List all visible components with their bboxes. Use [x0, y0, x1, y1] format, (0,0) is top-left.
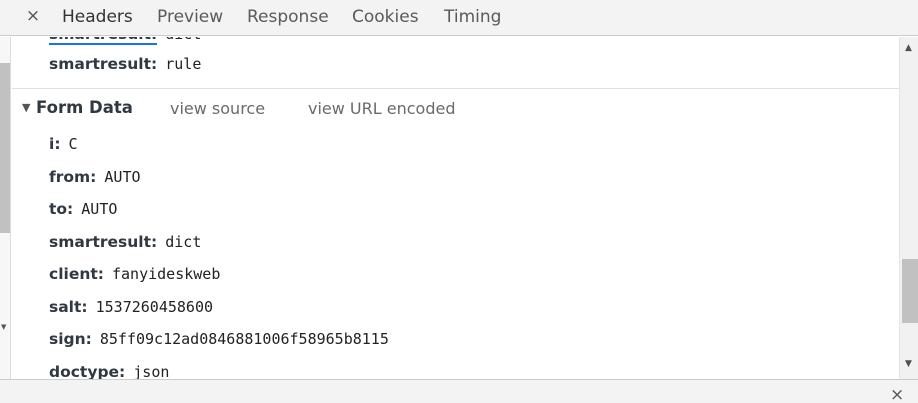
row-key: i:	[49, 135, 61, 153]
section-title: Form Data	[36, 98, 133, 117]
tab-cookies[interactable]: Cookies	[352, 0, 419, 36]
scroll-down-icon[interactable]: ▼	[905, 359, 912, 369]
row-value: rule	[165, 55, 202, 73]
collapse-triangle-icon[interactable]: ▼	[22, 101, 36, 114]
row-key: doctype:	[49, 363, 126, 379]
row-key: smartresult:	[49, 37, 158, 45]
row-key: from:	[49, 168, 97, 186]
vertical-scrollbar[interactable]: ▲ ▼	[899, 37, 918, 379]
row-value: fanyideskweb	[111, 265, 221, 283]
left-panel-scrollbar[interactable]: ▼	[0, 37, 11, 379]
row-value: dict	[165, 37, 201, 43]
row-value: AUTO	[104, 168, 141, 186]
row-value: AUTO	[81, 200, 118, 218]
tab-headers[interactable]: Headers	[62, 0, 133, 36]
left-scrollbar-thumb[interactable]	[0, 63, 10, 233]
form-row-to: to: AUTO	[49, 199, 117, 221]
form-row-from: from: AUTO	[49, 167, 141, 189]
row-value: dict	[165, 233, 202, 251]
form-row-doctype: doctype: json	[49, 362, 169, 379]
form-row-sign: sign: 85ff09c12ad0846881006f58965b8115	[49, 329, 389, 351]
query-row-smartresult: smartresult: rule	[49, 54, 201, 76]
row-key: to:	[49, 200, 74, 218]
row-value: 1537260458600	[95, 298, 214, 316]
form-row-smartresult: smartresult: dict	[49, 232, 201, 254]
form-data-section-header[interactable]: ▼ Form Data view source view URL encoded	[22, 98, 455, 122]
bottom-drawer: ×	[0, 379, 918, 403]
scrollbar-thumb[interactable]	[902, 259, 918, 323]
scroll-down-icon[interactable]: ▼	[1, 323, 6, 331]
tab-timing[interactable]: Timing	[444, 0, 501, 36]
close-icon[interactable]: ×	[24, 5, 42, 27]
row-value: C	[68, 135, 78, 153]
form-row-salt: salt: 1537260458600	[49, 297, 213, 319]
row-key: salt:	[49, 298, 88, 316]
partial-row-cut-off: smartresult: dict	[49, 37, 201, 46]
form-row-client: client: fanyideskweb	[49, 264, 220, 286]
row-key: sign:	[49, 330, 92, 348]
tab-preview[interactable]: Preview	[157, 0, 223, 36]
form-row-i: i: C	[49, 134, 78, 156]
row-key: smartresult:	[49, 233, 158, 251]
tab-response[interactable]: Response	[247, 0, 329, 36]
section-divider	[12, 88, 899, 89]
headers-content: smartresult: dict smartresult: rule ▼Form …	[12, 37, 899, 379]
close-icon[interactable]: ×	[890, 387, 904, 403]
row-key: smartresult:	[49, 55, 158, 73]
row-value: 85ff09c12ad0846881006f58965b8115	[99, 330, 389, 348]
row-value: json	[133, 363, 170, 379]
row-key: client:	[49, 265, 104, 283]
scroll-up-icon[interactable]: ▲	[905, 43, 912, 53]
view-url-encoded-link[interactable]: view URL encoded	[308, 99, 455, 118]
tab-bar: × Headers Preview Response Cookies Timin…	[0, 0, 918, 36]
view-source-link[interactable]: view source	[170, 99, 265, 118]
